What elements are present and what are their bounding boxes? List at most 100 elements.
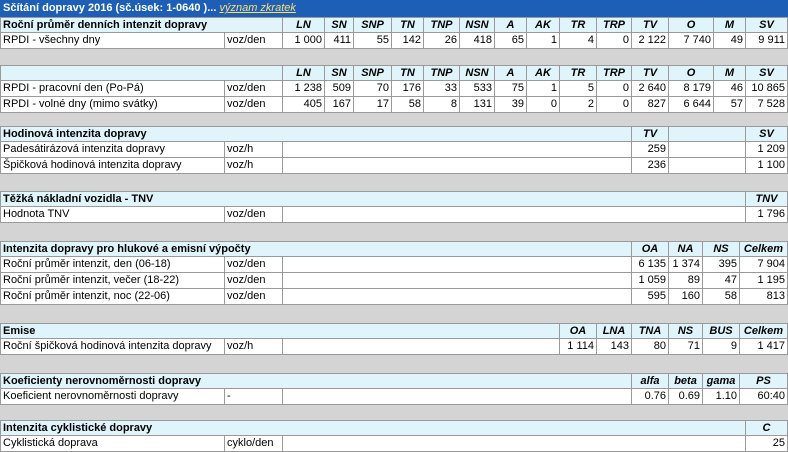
column-header: NS (669, 323, 703, 339)
table-row: RPDI - všechny dny voz/den 1 000 411 55 142 26… (0, 33, 788, 49)
table-row: Cyklistická doprava cyklo/den 25 (0, 436, 788, 452)
row-value: 2 (560, 97, 597, 113)
row-value: 26 (424, 33, 460, 49)
column-header: SN (325, 65, 354, 81)
row-value: 8 (424, 97, 460, 113)
section-heading: Roční průměr denních intenzit dopravy (0, 17, 283, 33)
row-value: 2 122 (632, 33, 669, 49)
row-value: 7 904 (740, 257, 788, 273)
section-1-header: Roční průměr denních intenzit dopravy LN S… (0, 17, 788, 33)
row-unit: - (225, 389, 283, 405)
section-heading: Emise (0, 323, 560, 339)
column-header: AK (527, 17, 560, 33)
column-header: LN (283, 65, 325, 81)
column-header: SV (746, 65, 788, 81)
row-value: 17 (354, 97, 392, 113)
row-value: 7 740 (669, 33, 714, 49)
row-label: Roční špičková hodinová intenzita doprav… (0, 339, 225, 355)
page-title: Sčítání dopravy 2016 (sč.úsek: 1-0640 ).… (3, 2, 217, 14)
section-heading: Intenzita cyklistické dopravy (0, 420, 746, 436)
column-header: O (669, 17, 714, 33)
row-value: 6 135 (632, 257, 669, 273)
section-4-header: Těžká nákladní vozidla - TNV TNV (0, 191, 788, 207)
row-unit: voz/den (225, 289, 283, 305)
column-header: OA (632, 241, 669, 257)
column-header: OA (560, 323, 597, 339)
section-heading: Těžká nákladní vozidla - TNV (0, 191, 746, 207)
row-value: 0 (597, 81, 632, 97)
row-value: 0.69 (669, 389, 703, 405)
row-value: 259 (632, 142, 669, 158)
row-label: Cyklistická doprava (0, 436, 225, 452)
row-value: 39 (495, 97, 527, 113)
column-header: TRP (597, 65, 632, 81)
row-value: 10 865 (746, 81, 788, 97)
row-value: 1 238 (283, 81, 325, 97)
row-unit: cyklo/den (225, 436, 283, 452)
table-row: Hodnota TNV voz/den 1 796 (0, 207, 788, 223)
table-row: Roční průměr intenzit, večer (18-22) voz/… (0, 273, 788, 289)
row-value: 57 (714, 97, 746, 113)
row-value: 1 100 (746, 158, 788, 174)
row-value: 1 796 (746, 207, 788, 223)
row-value: 143 (597, 339, 632, 355)
row-value: 813 (740, 289, 788, 305)
abbreviations-link[interactable]: význam zkratek (219, 2, 295, 14)
column-header: TN (392, 65, 424, 81)
table-row: Špičková hodinová intenzita dopravy voz/h… (0, 158, 788, 174)
row-value: 46 (714, 81, 746, 97)
row-spacer (283, 158, 632, 174)
row-value: 1 209 (746, 142, 788, 158)
row-value: 9 911 (746, 33, 788, 49)
row-value: 411 (325, 33, 354, 49)
row-label: Padesátirázová intenzita dopravy (0, 142, 225, 158)
row-value: 49 (714, 33, 746, 49)
row-unit: voz/den (225, 33, 283, 49)
row-value: 405 (283, 97, 325, 113)
section-7-header: Koeficienty nerovnoměrnosti dopravy alfa b… (0, 373, 788, 389)
column-header: TR (560, 17, 597, 33)
row-value: 1 000 (283, 33, 325, 49)
row-spacer (669, 158, 746, 174)
row-label: Roční průměr intenzit, noc (22-06) (0, 289, 225, 305)
section-separator (0, 49, 788, 65)
column-header: TNP (424, 65, 460, 81)
table-row: RPDI - pracovní den (Po-Pá) voz/den 1 238 5… (0, 81, 788, 97)
column-header: NA (669, 241, 703, 257)
row-value: 167 (325, 97, 354, 113)
row-value: 47 (703, 273, 740, 289)
row-value: 9 (703, 339, 740, 355)
column-header: SV (746, 126, 788, 142)
row-value: 6 644 (669, 97, 714, 113)
row-value: 176 (392, 81, 424, 97)
row-value: 0 (527, 97, 560, 113)
row-value: 75 (495, 81, 527, 97)
row-value: 0 (597, 33, 632, 49)
column-header: AK (527, 65, 560, 81)
row-label: Roční průměr intenzit, den (06-18) (0, 257, 225, 273)
row-value: 131 (460, 97, 495, 113)
table-row: RPDI - volné dny (mimo svátky) voz/den 405… (0, 97, 788, 113)
row-value: 7 528 (746, 97, 788, 113)
row-spacer (283, 389, 632, 405)
section-5-header: Intenzita dopravy pro hlukové a emisní v… (0, 241, 788, 257)
page-title-bar: Sčítání dopravy 2016 (sč.úsek: 1-0640 ).… (0, 0, 788, 17)
row-value: 55 (354, 33, 392, 49)
column-header: beta (669, 373, 703, 389)
column-header: TRP (597, 17, 632, 33)
column-header: NS (703, 241, 740, 257)
row-value: 58 (703, 289, 740, 305)
section-separator (0, 113, 788, 126)
column-header: SNP (354, 17, 392, 33)
row-label: Špičková hodinová intenzita dopravy (0, 158, 225, 174)
section-separator (0, 223, 788, 241)
row-value: 160 (669, 289, 703, 305)
row-value: 58 (392, 97, 424, 113)
row-value: 25 (746, 436, 788, 452)
column-header: M (714, 17, 746, 33)
table-row: Roční průměr intenzit, noc (22-06) voz/de… (0, 289, 788, 305)
column-header: gama (703, 373, 740, 389)
row-value: 1.10 (703, 389, 740, 405)
row-value: 65 (495, 33, 527, 49)
row-value: 509 (325, 81, 354, 97)
